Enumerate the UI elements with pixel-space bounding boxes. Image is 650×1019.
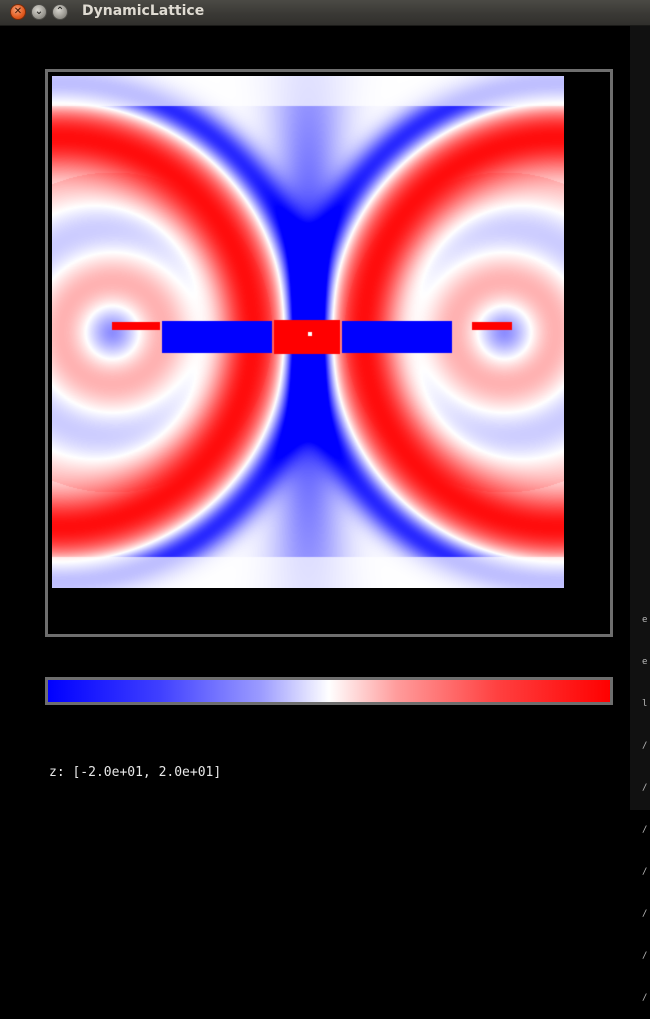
strip-char: / xyxy=(642,867,648,877)
lattice-field-image[interactable] xyxy=(52,76,564,588)
maximize-window-button[interactable]: ⌃ xyxy=(52,4,68,20)
minimize-icon: ⌄ xyxy=(34,6,44,17)
strip-char: / xyxy=(642,951,648,961)
close-window-button[interactable]: ✕ xyxy=(10,4,26,20)
maximize-icon: ⌃ xyxy=(55,6,65,17)
close-icon: ✕ xyxy=(13,6,23,17)
strip-char: / xyxy=(642,909,648,919)
colorbar xyxy=(45,677,613,705)
background-window-text: e e l / / / / / / / xyxy=(642,585,650,1019)
strip-char: / xyxy=(642,825,648,835)
window-title: DynamicLattice xyxy=(82,3,205,19)
lattice-plot-frame xyxy=(45,69,613,637)
strip-char: e xyxy=(642,657,648,667)
strip-char: e xyxy=(642,615,648,625)
title-bar: ✕ ⌄ ⌃ DynamicLattice xyxy=(0,0,650,26)
strip-char: / xyxy=(642,993,648,1003)
minimize-window-button[interactable]: ⌄ xyxy=(31,4,47,20)
strip-char: / xyxy=(642,741,648,751)
z-range-label: z: [-2.0e+01, 2.0e+01] xyxy=(49,765,222,780)
strip-char: l xyxy=(642,699,648,709)
strip-char: / xyxy=(642,783,648,793)
